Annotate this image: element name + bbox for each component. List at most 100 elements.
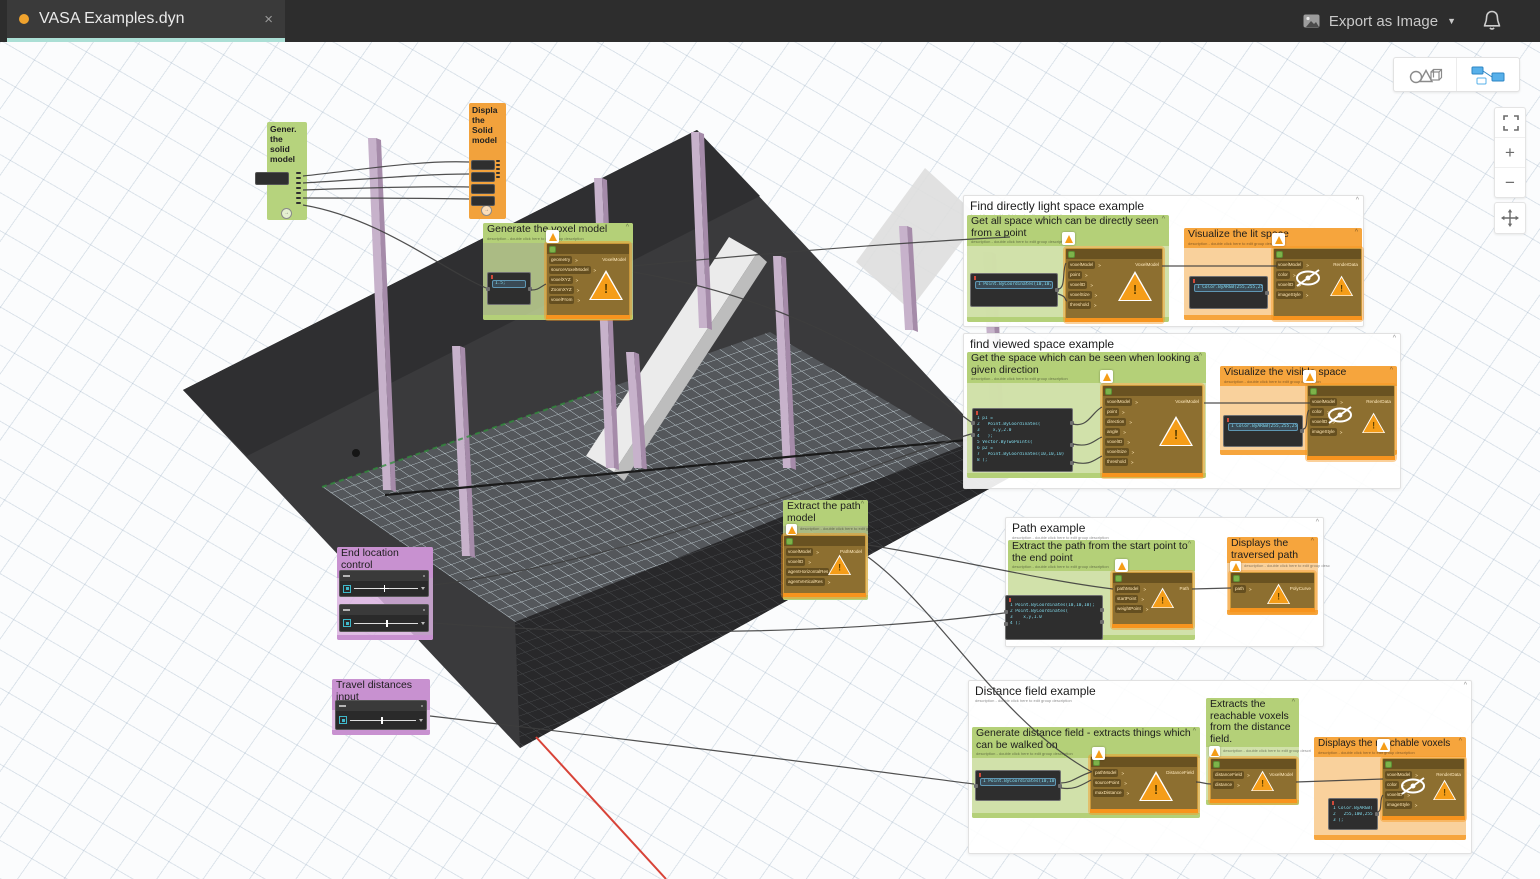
node-extract-reachable[interactable]: VoxelModel distanceField distance ! (1210, 758, 1297, 803)
code-line[interactable]: 1 Point.ByCoordinates(10,10,10); (975, 281, 1053, 289)
node-generate-distance-field[interactable]: DistanceField pathModel sourcePoint maxD… (1090, 756, 1198, 813)
output-port[interactable] (1070, 461, 1074, 465)
group-extract-path-model[interactable]: Extract the path model description - dou… (783, 500, 881, 600)
slider-track[interactable] (354, 584, 418, 593)
slider-thumb[interactable] (386, 619, 388, 627)
file-tab[interactable]: VASA Examples.dyn × (7, 0, 285, 38)
node-display-voxels[interactable]: RenderData voxelModel color voxelID imag… (1307, 385, 1395, 460)
input-port[interactable] (974, 784, 978, 788)
code-line[interactable]: 1 Point.ByCoordinates(10,10,10); (980, 778, 1056, 786)
input-port[interactable]: voxelID (1068, 281, 1126, 289)
output-port[interactable]: VoxelModel (1135, 262, 1159, 267)
input-port[interactable] (471, 196, 495, 206)
number-slider-node[interactable] (339, 570, 429, 597)
output-port[interactable] (1100, 620, 1104, 624)
group-description[interactable]: description - double click here to edit … (800, 526, 881, 531)
node-extract-path-model[interactable]: PathModel voxelModel voxelID agentHorizo… (783, 535, 866, 597)
group-display-solid-model[interactable]: Displa the Solid model → (469, 103, 506, 219)
pan-button[interactable] (1494, 202, 1526, 234)
node-header[interactable] (1091, 757, 1197, 767)
input-port[interactable] (971, 421, 975, 425)
group-extract-path[interactable]: Extract the path from the start point to… (1004, 540, 1195, 640)
chevron-down-icon[interactable] (421, 621, 425, 625)
output-port[interactable] (422, 574, 425, 578)
output-port[interactable] (296, 202, 301, 204)
input-port[interactable]: imageStyle (1385, 801, 1434, 809)
output-port[interactable] (296, 177, 301, 179)
group-generate-voxel-model[interactable]: Generate the voxel model description - d… (483, 223, 633, 320)
collapse-icon[interactable]: ^ (1356, 197, 1359, 204)
node-display-path[interactable]: PolyCurve path ! (1230, 572, 1315, 612)
output-port[interactable] (1055, 288, 1059, 292)
collapse-icon[interactable]: ^ (1292, 699, 1295, 706)
group-description[interactable]: description - double click here to edit … (1223, 748, 1311, 753)
node-header[interactable] (1066, 249, 1162, 259)
group-displays-traversed-path[interactable]: Displays the traversed path description … (1227, 537, 1330, 615)
expand-icon[interactable]: → (281, 208, 292, 219)
output-port[interactable] (296, 192, 301, 194)
group-get-all-space[interactable]: Get all space which can be directly seen… (967, 215, 1169, 322)
input-port[interactable] (971, 433, 975, 437)
collapse-icon[interactable]: ^ (1393, 335, 1396, 342)
input-port[interactable]: threshold (1105, 458, 1164, 466)
output-port[interactable] (1375, 812, 1379, 816)
input-port[interactable]: voxelID (1105, 438, 1164, 446)
output-port[interactable] (1058, 784, 1062, 788)
output-port[interactable] (296, 197, 301, 199)
node-header[interactable] (1211, 759, 1296, 769)
code-line[interactable]: 1 Color.ByARGB(255,255,255,0); (1228, 423, 1298, 431)
node-can-see-direction[interactable]: VoxelModel voxelModel point direction an… (1102, 385, 1203, 477)
node-display-voxels[interactable]: RenderData voxelModel color voxelID imag… (1382, 758, 1465, 820)
node-header[interactable] (1103, 386, 1202, 396)
slider-thumb[interactable] (381, 716, 384, 724)
slider-header[interactable] (336, 701, 426, 711)
code-line[interactable]: 8 ); (977, 458, 1068, 464)
port-dot[interactable] (496, 164, 500, 166)
output-port[interactable]: PathModel (840, 549, 862, 554)
slider-thumb[interactable] (379, 585, 389, 592)
preview-hidden-eye-slash-icon[interactable] (1324, 404, 1356, 426)
code-line[interactable]: 4 ); (1010, 621, 1098, 627)
group-visualize-lit-space[interactable]: Visualize the lit space description - do… (1184, 228, 1362, 320)
output-port[interactable]: RenderData (1436, 772, 1461, 777)
code-line[interactable]: 3 ); (1333, 818, 1373, 824)
code-line[interactable]: 7 Point.ByCoordinates(10,10,10) (977, 452, 1068, 458)
slider-header[interactable] (340, 605, 428, 615)
slider-track[interactable] (350, 716, 416, 725)
input-port[interactable] (1004, 610, 1008, 614)
number-slider-node[interactable] (339, 604, 429, 632)
node-can-see-from-point[interactable]: VoxelModel voxelModel point voxelID voxe… (1065, 248, 1163, 322)
node-header[interactable] (547, 244, 629, 254)
node-header[interactable] (784, 536, 865, 546)
zoom-fit-button[interactable] (1495, 108, 1525, 137)
group-end-location-control[interactable]: End location control description - doubl… (337, 547, 433, 640)
slider-settings-icon[interactable] (343, 584, 351, 593)
collapse-icon[interactable]: ^ (861, 501, 864, 508)
collapse-icon[interactable]: ^ (1311, 538, 1314, 545)
group-description[interactable]: description - double click here to edit … (1012, 564, 1182, 569)
code-block-node[interactable]: 1 Point.ByCoordinates(10,10,10); 2 Point… (1004, 595, 1104, 640)
zoom-in-button[interactable]: + (1495, 137, 1525, 167)
code-block-node[interactable]: 1 Point.ByCoordinates(10,10,10); (974, 770, 1062, 801)
output-port[interactable] (528, 287, 532, 291)
chevron-down-icon[interactable] (421, 587, 425, 590)
output-port[interactable]: RenderData (1333, 262, 1358, 267)
output-port[interactable] (422, 608, 425, 612)
geometry-view-button[interactable] (1394, 58, 1456, 91)
collapse-icon[interactable]: ^ (1390, 367, 1393, 374)
slider-track[interactable] (354, 619, 418, 628)
collapse-icon[interactable]: ^ (1199, 353, 1202, 360)
node-find-path[interactable]: Path pathModel startPoint weightPoint ! (1112, 572, 1193, 628)
output-port[interactable]: VoxelModel (1175, 399, 1199, 404)
port-dot[interactable] (496, 168, 500, 170)
group-extracts-reachable-voxels[interactable]: Extracts the reachable voxels from the d… (1206, 698, 1311, 805)
collapse-icon[interactable]: ^ (1459, 738, 1462, 745)
output-port[interactable]: VoxelModel (602, 257, 626, 262)
output-port[interactable] (296, 172, 301, 174)
code-block-node[interactable]: 1 p1 = 2 Point.ByCoordinates( 3 x,y,2.0 … (971, 408, 1074, 472)
collapse-icon[interactable]: ^ (1464, 682, 1467, 689)
input-port[interactable] (486, 287, 490, 291)
node-header[interactable] (1274, 249, 1361, 259)
code-block-node[interactable]: 1 Color.ByARGB( 2 255,100,255,0 3 ); (1328, 798, 1379, 830)
port-dot[interactable] (496, 176, 500, 178)
